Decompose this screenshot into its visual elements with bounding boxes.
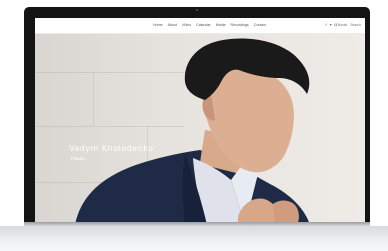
books-link[interactable]: Books (338, 23, 347, 27)
nav-item-contact[interactable]: Contact (254, 23, 266, 27)
nav-item-about[interactable]: About (168, 23, 177, 27)
nav-item-media[interactable]: Media (216, 23, 226, 27)
social-icons: f ▾ ◘ (325, 22, 337, 27)
monitor-stand-base (0, 226, 388, 251)
website-screen: Home About Video Calendar Media Recordin… (35, 18, 365, 225)
instagram-icon[interactable]: ◘ (335, 22, 337, 27)
nav-item-calendar[interactable]: Calendar (196, 23, 211, 27)
nav-item-recordings[interactable]: Recordings (231, 23, 249, 27)
monitor-frame: Home About Video Calendar Media Recordin… (24, 7, 370, 229)
webcam-dot (196, 9, 198, 11)
pianist-photo (75, 38, 310, 225)
hero-section: Vadym Kholodenko Pianist (35, 34, 365, 225)
site-header: Home About Video Calendar Media Recordin… (35, 18, 365, 34)
nav-item-video[interactable]: Video (182, 23, 191, 27)
nav-item-home[interactable]: Home (153, 23, 163, 27)
main-nav: Home About Video Calendar Media Recordin… (153, 23, 266, 27)
header-links: Books Search (338, 23, 361, 27)
hero-title: Vadym Kholodenko (69, 144, 154, 153)
facebook-icon[interactable]: f (325, 22, 326, 27)
twitter-icon[interactable]: ▾ (330, 22, 332, 27)
search-link[interactable]: Search (350, 23, 361, 27)
hero-subtitle: Pianist (71, 156, 85, 161)
